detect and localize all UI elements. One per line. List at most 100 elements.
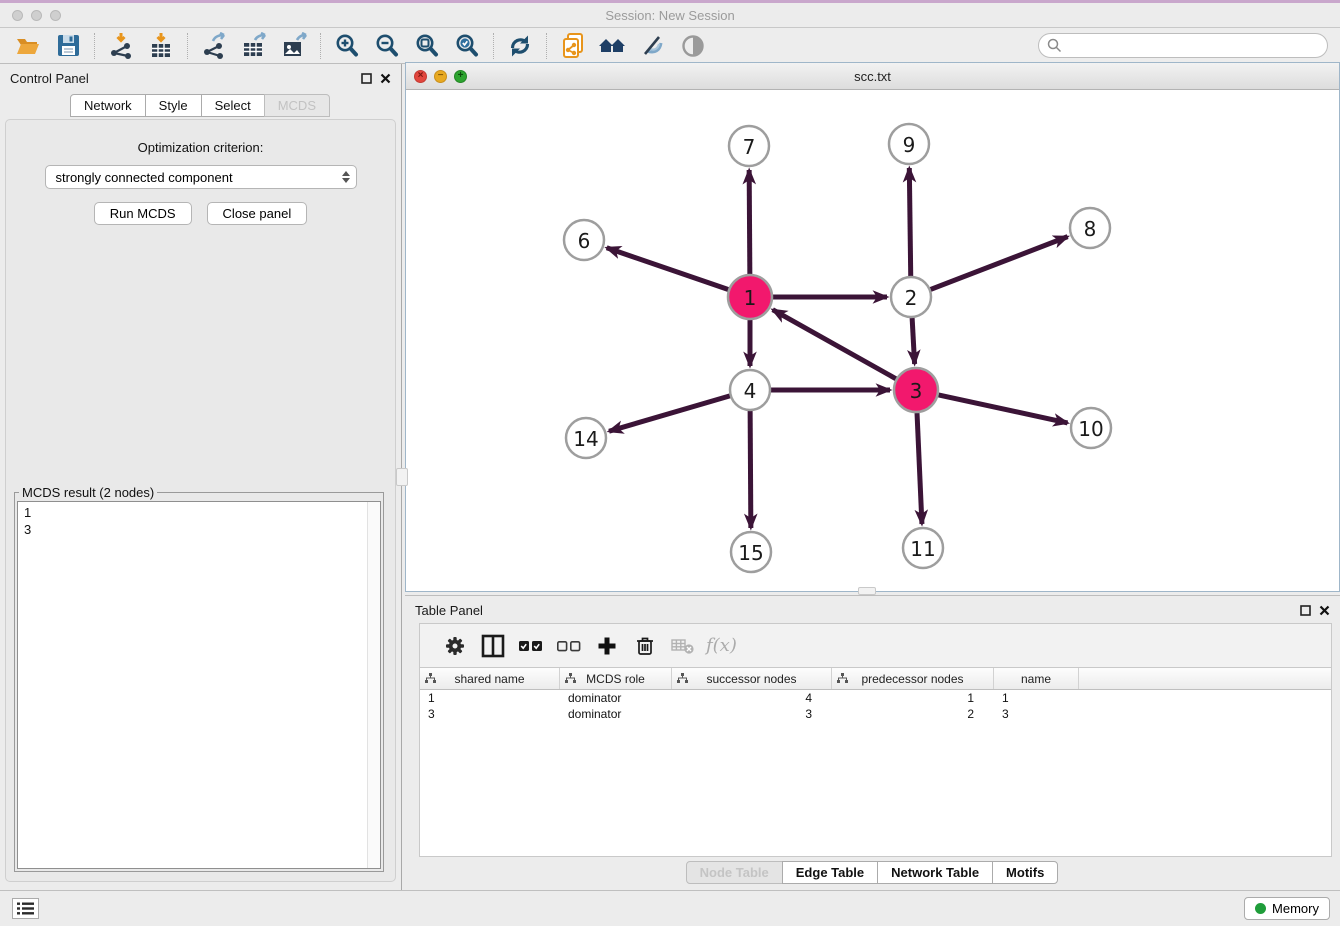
graph-edge-4-15[interactable] <box>750 411 751 528</box>
clone-network-icon[interactable] <box>553 31 593 61</box>
graph-node-9[interactable]: 9 <box>889 124 929 164</box>
column-header-successor-nodes[interactable]: successor nodes <box>672 668 832 689</box>
column-header-shared-name[interactable]: shared name <box>420 668 560 689</box>
import-table-icon[interactable] <box>141 31 181 61</box>
cell-predecessor-nodes[interactable]: 1 <box>832 690 994 706</box>
table-settings-icon[interactable] <box>436 630 474 662</box>
tab-motifs[interactable]: Motifs <box>992 861 1058 884</box>
import-network-icon[interactable] <box>101 31 141 61</box>
control-panel: Control Panel Network Style Select MCDS … <box>0 64 402 890</box>
graph-edge-2-9[interactable] <box>909 168 910 276</box>
mcds-result-line: 3 <box>24 521 380 538</box>
toolbar-separator <box>493 33 494 59</box>
graph-node-11[interactable]: 11 <box>903 528 943 568</box>
graph-node-3[interactable]: 3 <box>894 368 938 412</box>
column-header-mcds-role[interactable]: MCDS role <box>560 668 672 689</box>
graph-node-10[interactable]: 10 <box>1071 408 1111 448</box>
mcds-result-text[interactable]: 1 3 <box>17 501 381 869</box>
tab-style[interactable]: Style <box>145 94 202 117</box>
graph-node-15[interactable]: 15 <box>731 532 771 572</box>
table-tabs: Node Table Edge Table Network Table Moti… <box>405 861 1340 884</box>
zoom-in-icon[interactable] <box>327 31 367 61</box>
graph-node-7[interactable]: 7 <box>729 126 769 166</box>
export-image-icon[interactable] <box>274 31 314 61</box>
column-header-predecessor-nodes[interactable]: predecessor nodes <box>832 668 994 689</box>
network-window-titlebar[interactable]: × − + scc.txt <box>406 63 1339 90</box>
export-table-icon[interactable] <box>234 31 274 61</box>
window-title: Session: New Session <box>0 8 1340 23</box>
node-table[interactable]: shared name MCDS role successor nodes pr… <box>419 667 1332 857</box>
criterion-select[interactable]: strongly connected component <box>45 165 357 189</box>
show-columns-icon[interactable] <box>474 630 512 662</box>
first-neighbors-icon[interactable] <box>593 31 633 61</box>
cell-successor-nodes[interactable]: 3 <box>672 706 832 722</box>
column-header-name[interactable]: name <box>994 668 1079 689</box>
close-table-panel-icon[interactable] <box>1319 605 1330 616</box>
export-network-icon[interactable] <box>194 31 234 61</box>
save-session-icon[interactable] <box>48 31 88 61</box>
mcds-result-fieldset: MCDS result (2 nodes) 1 3 <box>14 492 384 872</box>
memory-label: Memory <box>1272 901 1319 916</box>
graph-node-2[interactable]: 2 <box>891 277 931 317</box>
graph-node-4[interactable]: 4 <box>730 370 770 410</box>
refresh-layout-icon[interactable] <box>500 31 540 61</box>
graph-edge-3-11[interactable] <box>917 413 922 524</box>
table-row[interactable]: 1 dominator 4 1 1 <box>420 690 1331 706</box>
vertical-splitter-handle[interactable] <box>396 468 408 486</box>
cell-name[interactable]: 1 <box>994 690 1079 706</box>
float-panel-icon[interactable] <box>361 73 372 84</box>
window-titlebar: Session: New Session <box>0 0 1340 28</box>
graph-edge-3-1[interactable] <box>773 310 896 379</box>
select-all-rows-icon[interactable] <box>512 630 550 662</box>
cell-name[interactable]: 3 <box>994 706 1079 722</box>
mcds-panel-content: Optimization criterion: strongly connect… <box>5 119 396 882</box>
add-column-icon[interactable] <box>588 630 626 662</box>
delete-column-icon[interactable] <box>626 630 664 662</box>
show-hide-graphics-icon[interactable] <box>633 31 673 61</box>
close-panel-icon[interactable] <box>380 73 391 84</box>
cell-successor-nodes[interactable]: 4 <box>672 690 832 706</box>
cell-mcds-role[interactable]: dominator <box>560 690 672 706</box>
graph-node-8[interactable]: 8 <box>1070 208 1110 248</box>
network-graph[interactable]: 7 9 6 8 1 2 4 3 14 10 15 11 <box>406 90 1339 591</box>
zoom-fit-icon[interactable] <box>407 31 447 61</box>
tab-mcds[interactable]: MCDS <box>264 94 330 117</box>
horizontal-splitter-handle[interactable] <box>858 587 876 595</box>
zoom-out-icon[interactable] <box>367 31 407 61</box>
result-scrollbar[interactable] <box>367 502 380 868</box>
graph-edge-1-7[interactable] <box>749 170 750 274</box>
graph-node-1[interactable]: 1 <box>728 275 772 319</box>
graph-node-label: 8 <box>1084 217 1097 241</box>
tab-network-table[interactable]: Network Table <box>877 861 993 884</box>
cell-shared-name[interactable]: 1 <box>420 690 560 706</box>
tab-select[interactable]: Select <box>201 94 265 117</box>
zoom-selected-icon[interactable] <box>447 31 487 61</box>
shared-column-icon <box>837 673 848 687</box>
cell-predecessor-nodes[interactable]: 2 <box>832 706 994 722</box>
graph-edge-2-3[interactable] <box>912 318 914 364</box>
network-canvas[interactable]: 7 9 6 8 1 2 4 3 14 10 15 11 <box>406 90 1339 591</box>
graph-node-14[interactable]: 14 <box>566 418 606 458</box>
level-of-detail-icon[interactable] <box>673 31 713 61</box>
table-row[interactable]: 3 dominator 3 2 3 <box>420 706 1331 722</box>
graph-node-6[interactable]: 6 <box>564 220 604 260</box>
open-file-icon[interactable] <box>8 31 48 61</box>
tab-network[interactable]: Network <box>70 94 146 117</box>
graph-edge-1-6[interactable] <box>607 248 729 290</box>
tab-node-table[interactable]: Node Table <box>686 861 783 884</box>
graph-node-label: 14 <box>573 427 598 451</box>
deselect-all-rows-icon[interactable] <box>550 630 588 662</box>
tab-edge-table[interactable]: Edge Table <box>782 861 878 884</box>
task-history-button[interactable] <box>12 898 39 919</box>
close-panel-button[interactable]: Close panel <box>207 202 308 225</box>
graph-node-label: 10 <box>1078 417 1103 441</box>
cell-shared-name[interactable]: 3 <box>420 706 560 722</box>
run-mcds-button[interactable]: Run MCDS <box>94 202 192 225</box>
graph-edge-3-10[interactable] <box>938 395 1067 423</box>
search-input[interactable] <box>1038 33 1328 58</box>
graph-edge-2-8[interactable] <box>931 237 1068 290</box>
graph-edge-4-14[interactable] <box>609 396 730 431</box>
memory-button[interactable]: Memory <box>1244 897 1330 920</box>
float-table-panel-icon[interactable] <box>1300 605 1311 616</box>
cell-mcds-role[interactable]: dominator <box>560 706 672 722</box>
